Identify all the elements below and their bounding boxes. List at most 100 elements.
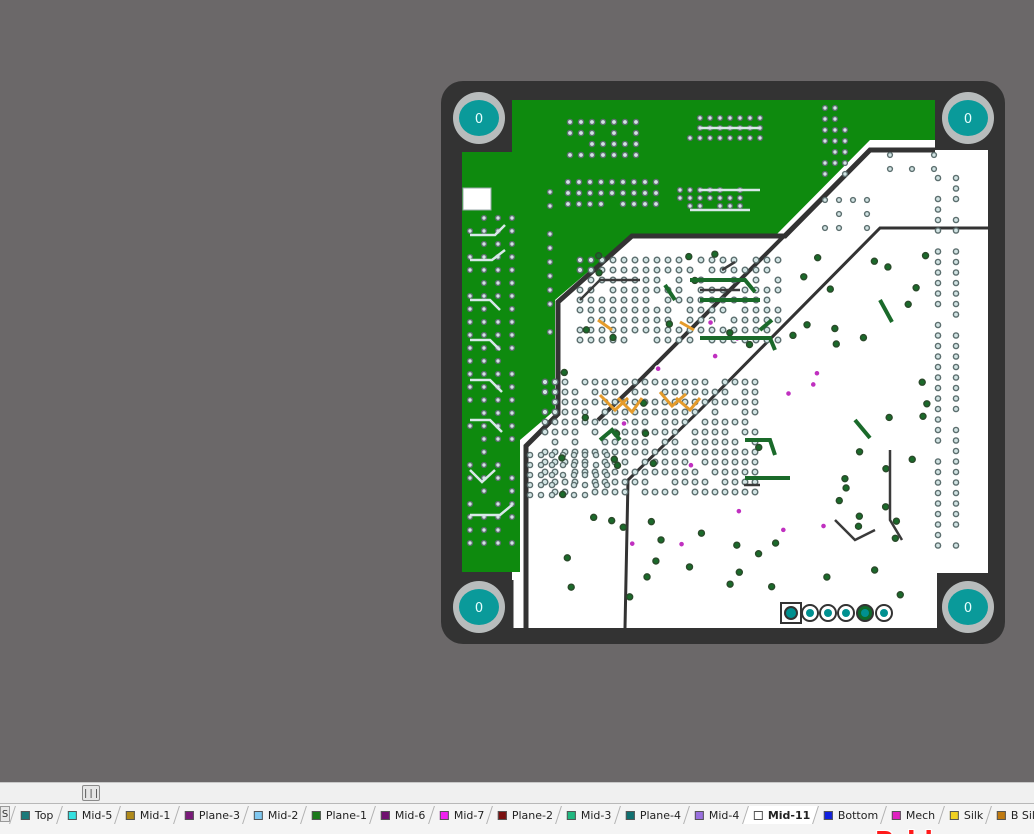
via <box>726 194 734 202</box>
via <box>621 448 629 456</box>
via <box>630 189 638 197</box>
via <box>821 196 829 204</box>
via <box>546 272 554 280</box>
via <box>599 118 607 126</box>
via <box>863 224 871 232</box>
layer-tab-mid-2[interactable]: Mid-2 <box>241 806 308 824</box>
via <box>508 422 516 430</box>
via <box>716 114 724 122</box>
via <box>835 224 843 232</box>
horizontal-scrollbar[interactable]: ||| <box>0 783 1034 803</box>
via <box>508 474 516 482</box>
layer-tab-plane-1[interactable]: Plane-1 <box>300 806 377 824</box>
via <box>651 448 659 456</box>
layer-tab-label: Plane-1 <box>326 808 368 822</box>
layer-nav-button[interactable]: S <box>0 806 10 822</box>
via <box>610 140 618 148</box>
layer-color-swatch <box>126 810 136 820</box>
via <box>571 398 579 406</box>
via <box>480 461 488 469</box>
scrollbar-thumb[interactable]: ||| <box>82 785 100 801</box>
via <box>494 435 502 443</box>
via <box>952 510 960 518</box>
via <box>576 286 584 294</box>
via <box>719 326 727 334</box>
via <box>551 428 559 436</box>
via <box>625 593 634 601</box>
layer-tab-mid-11[interactable]: Mid-11 <box>741 806 820 824</box>
via <box>621 140 629 148</box>
via <box>601 378 609 386</box>
via <box>595 269 603 277</box>
layer-color-swatch <box>695 810 705 820</box>
via <box>730 316 738 324</box>
via <box>686 186 694 194</box>
layer-tab-bottom[interactable]: Bottom <box>812 806 888 824</box>
mounting-hole-bottom-left[interactable]: 0 <box>453 581 505 633</box>
layer-tab-mid-6[interactable]: Mid-6 <box>369 806 435 824</box>
via <box>721 438 729 446</box>
mounting-hole-bottom-right[interactable]: 0 <box>942 581 994 633</box>
via <box>952 426 960 434</box>
via <box>609 306 617 314</box>
via <box>537 451 545 459</box>
via <box>546 188 554 196</box>
layer-tab-label: Mid-4 <box>709 808 740 822</box>
via <box>611 468 619 476</box>
layer-tab-silk[interactable]: Silk <box>937 806 993 824</box>
via <box>741 378 749 386</box>
via <box>719 306 727 314</box>
via <box>480 227 488 235</box>
via <box>819 522 828 530</box>
mounting-hole-top-right[interactable]: 0 <box>942 92 994 144</box>
via <box>661 418 669 426</box>
via <box>548 461 556 469</box>
via <box>631 418 639 426</box>
via <box>952 227 960 234</box>
layer-tab-plane-4[interactable]: Plane-4 <box>614 806 691 824</box>
layer-tab-mid-1[interactable]: Mid-1 <box>114 806 180 824</box>
via <box>494 396 502 404</box>
layer-tab-mid-7[interactable]: Mid-7 <box>427 806 494 824</box>
layer-color-swatch <box>892 810 902 820</box>
layer-tab-b-silk[interactable]: B Silk <box>985 806 1034 824</box>
via <box>826 285 835 293</box>
layer-tab-mid-5[interactable]: Mid-5 <box>55 806 121 824</box>
pcb-canvas[interactable]: 0 0 0 0 <box>0 0 1034 782</box>
via <box>631 306 639 314</box>
via <box>885 413 893 422</box>
via <box>610 455 618 463</box>
via <box>831 104 839 112</box>
pcb-board-view[interactable]: 0 0 0 0 <box>0 0 1034 782</box>
via <box>508 487 516 495</box>
layer-tab-mid-4[interactable]: Mid-4 <box>683 806 749 824</box>
via <box>508 318 516 326</box>
via <box>671 468 679 476</box>
fiducial-rect <box>462 187 492 211</box>
via <box>726 202 734 210</box>
via <box>620 336 628 344</box>
layer-tab-bar: S Top Mid-5 Mid-1 Plane-3 Mid-2 Plane-1 Mid-6 M… <box>0 803 1034 834</box>
via <box>821 137 829 145</box>
layer-tab-mech[interactable]: Mech <box>880 806 945 824</box>
layer-tabs: Top Mid-5 Mid-1 Plane-3 Mid-2 Plane-1 Mid-6 Mid… <box>9 806 1034 826</box>
via <box>571 408 579 416</box>
via <box>653 266 661 274</box>
mounting-hole-top-left[interactable]: 0 <box>453 92 505 144</box>
via <box>675 296 683 304</box>
via <box>466 383 474 391</box>
layer-tab-plane-3[interactable]: Plane-3 <box>172 806 249 824</box>
layer-tab-mid-3[interactable]: Mid-3 <box>555 806 621 824</box>
via <box>641 468 649 476</box>
via <box>480 318 488 326</box>
via <box>952 248 960 255</box>
layer-tab-top[interactable]: Top <box>9 806 63 824</box>
layer-tab-plane-2[interactable]: Plane-2 <box>486 806 563 824</box>
via <box>537 491 545 499</box>
via <box>494 370 502 378</box>
via <box>952 395 960 402</box>
via <box>741 266 749 274</box>
via <box>576 256 584 264</box>
via <box>631 448 639 456</box>
via <box>609 333 617 342</box>
